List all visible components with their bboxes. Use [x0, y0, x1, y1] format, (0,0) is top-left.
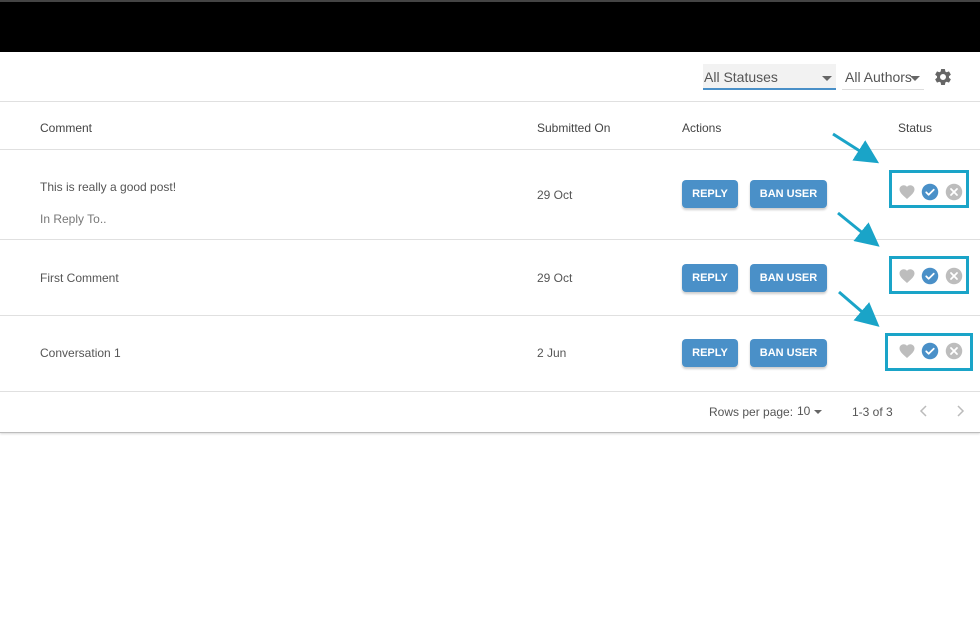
submitted-date: 29 Oct: [537, 188, 573, 202]
pagination-range: 1-3 of 3: [852, 405, 893, 419]
comment-text: First Comment: [40, 271, 119, 285]
status-filter-value: All Statuses: [704, 69, 778, 85]
chevron-left-icon[interactable]: [917, 404, 931, 418]
rows-per-page-select[interactable]: 10: [797, 404, 810, 418]
reply-button[interactable]: REPLY: [682, 180, 738, 208]
filter-bar: All Statuses All Authors: [0, 52, 980, 102]
annotation-highlight-box: [889, 170, 969, 208]
author-filter-value: All Authors: [845, 69, 912, 85]
reply-button[interactable]: REPLY: [682, 264, 738, 292]
header-submitted-on[interactable]: Submitted On: [537, 121, 610, 135]
reply-button[interactable]: REPLY: [682, 339, 738, 367]
table-row: This is really a good post! In Reply To.…: [0, 150, 980, 240]
ban-user-button[interactable]: BAN USER: [750, 339, 827, 367]
top-bar: [0, 0, 980, 52]
comment-text: This is really a good post!: [40, 180, 177, 194]
annotation-highlight-box: [889, 256, 969, 294]
pagination-bar: Rows per page: 10 1-3 of 3: [0, 392, 980, 432]
annotation-highlight-box: [885, 333, 973, 371]
chevron-down-icon[interactable]: [814, 410, 822, 414]
chevron-right-icon[interactable]: [953, 404, 967, 418]
header-comment[interactable]: Comment: [40, 121, 92, 135]
chevron-down-icon: [910, 76, 920, 81]
header-actions: Actions: [682, 121, 722, 135]
rows-per-page-label: Rows per page:: [709, 405, 794, 419]
comments-panel: All Statuses All Authors Comment Submitt…: [0, 52, 980, 433]
author-filter-select[interactable]: All Authors: [842, 64, 924, 90]
table-row: Conversation 1 2 Jun REPLY BAN USER: [0, 316, 980, 392]
header-status: Status: [898, 121, 933, 135]
table-row: First Comment 29 Oct REPLY BAN USER: [0, 240, 980, 316]
comment-text: Conversation 1: [40, 346, 121, 360]
submitted-date: 2 Jun: [537, 346, 567, 360]
status-filter-select[interactable]: All Statuses: [703, 64, 836, 90]
gear-icon[interactable]: [933, 67, 953, 87]
table-header: Comment Submitted On Actions Status: [0, 102, 980, 150]
submitted-date: 29 Oct: [537, 271, 573, 285]
chevron-down-icon: [822, 76, 832, 81]
in-reply-to-link[interactable]: In Reply To..: [40, 212, 106, 226]
ban-user-button[interactable]: BAN USER: [750, 180, 827, 208]
ban-user-button[interactable]: BAN USER: [750, 264, 827, 292]
